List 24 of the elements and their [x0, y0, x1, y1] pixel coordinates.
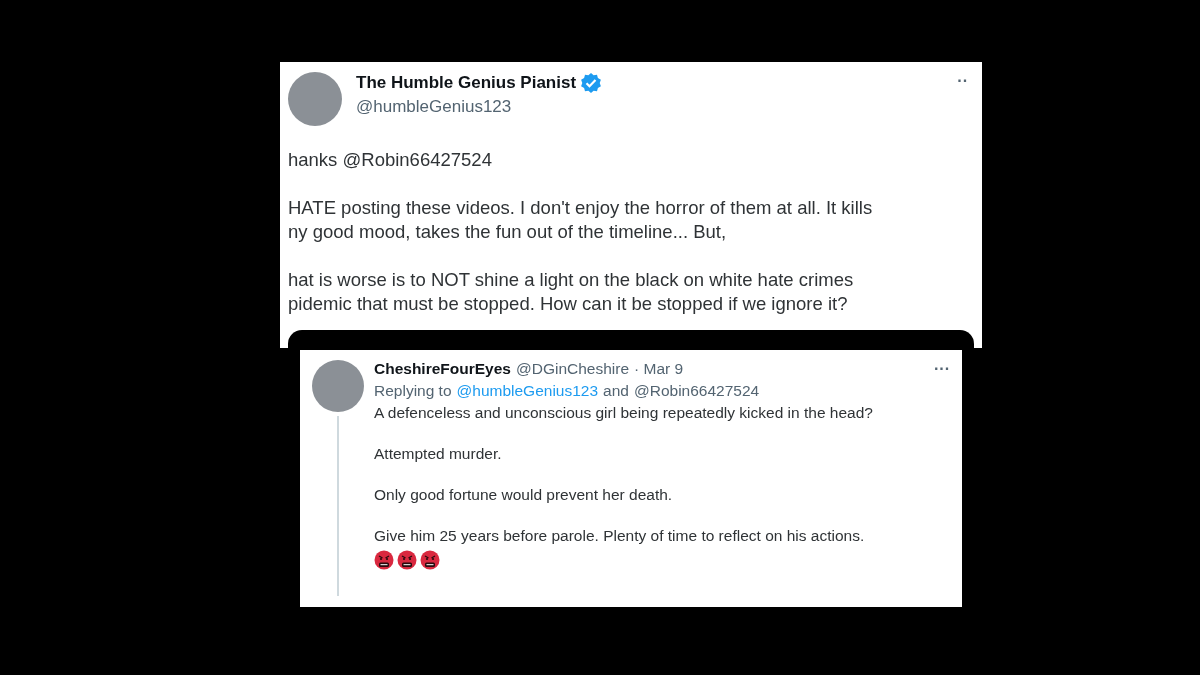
reply-text: Give him 25 years before parole. Plenty of time to reflect on his actions. — [374, 526, 866, 546]
more-options-button[interactable]: ·· — [953, 72, 972, 90]
reply-text: A defenceless and unconscious girl being repeatedly kicked in the head? — [374, 403, 874, 423]
more-options-button[interactable]: ··· — [930, 360, 954, 378]
post-text-line: hat is worse is to NOT shine a light on the black on white hate crimes — [288, 268, 855, 292]
reply-text: Only good fortune would prevent her death. — [374, 485, 674, 505]
replying-to-label: Replying to — [374, 382, 452, 400]
replying-to-joiner: and — [603, 382, 629, 400]
post-text-line: ny good mood, takes the fun out of the timeline... But, — [288, 220, 728, 244]
angry-face-icon — [397, 550, 417, 570]
display-name[interactable]: The Humble Genius Pianist — [356, 73, 577, 93]
angry-face-icon — [420, 550, 440, 570]
user-handle[interactable]: @DGinCheshire — [515, 360, 630, 378]
post-text-line: hanks @Robin66427524 — [288, 148, 493, 172]
display-name[interactable]: CheshireFourEyes — [374, 360, 511, 378]
reply-text: Attempted murder. — [374, 444, 503, 464]
mention-text: @Robin66427524 — [633, 382, 760, 400]
avatar-placeholder — [312, 360, 364, 412]
post-text-line: HATE posting these videos. I don't enjoy the horror of them at all. It kills — [288, 196, 874, 220]
avatar-placeholder — [288, 72, 342, 126]
post-date[interactable]: · Mar 9 — [634, 360, 684, 378]
post-text-line: pidemic that must be stopped. How can it be stopped if we ignore it? — [288, 292, 849, 316]
angry-face-icon — [374, 550, 394, 570]
user-handle[interactable]: @humbleGenius123 — [356, 97, 603, 117]
